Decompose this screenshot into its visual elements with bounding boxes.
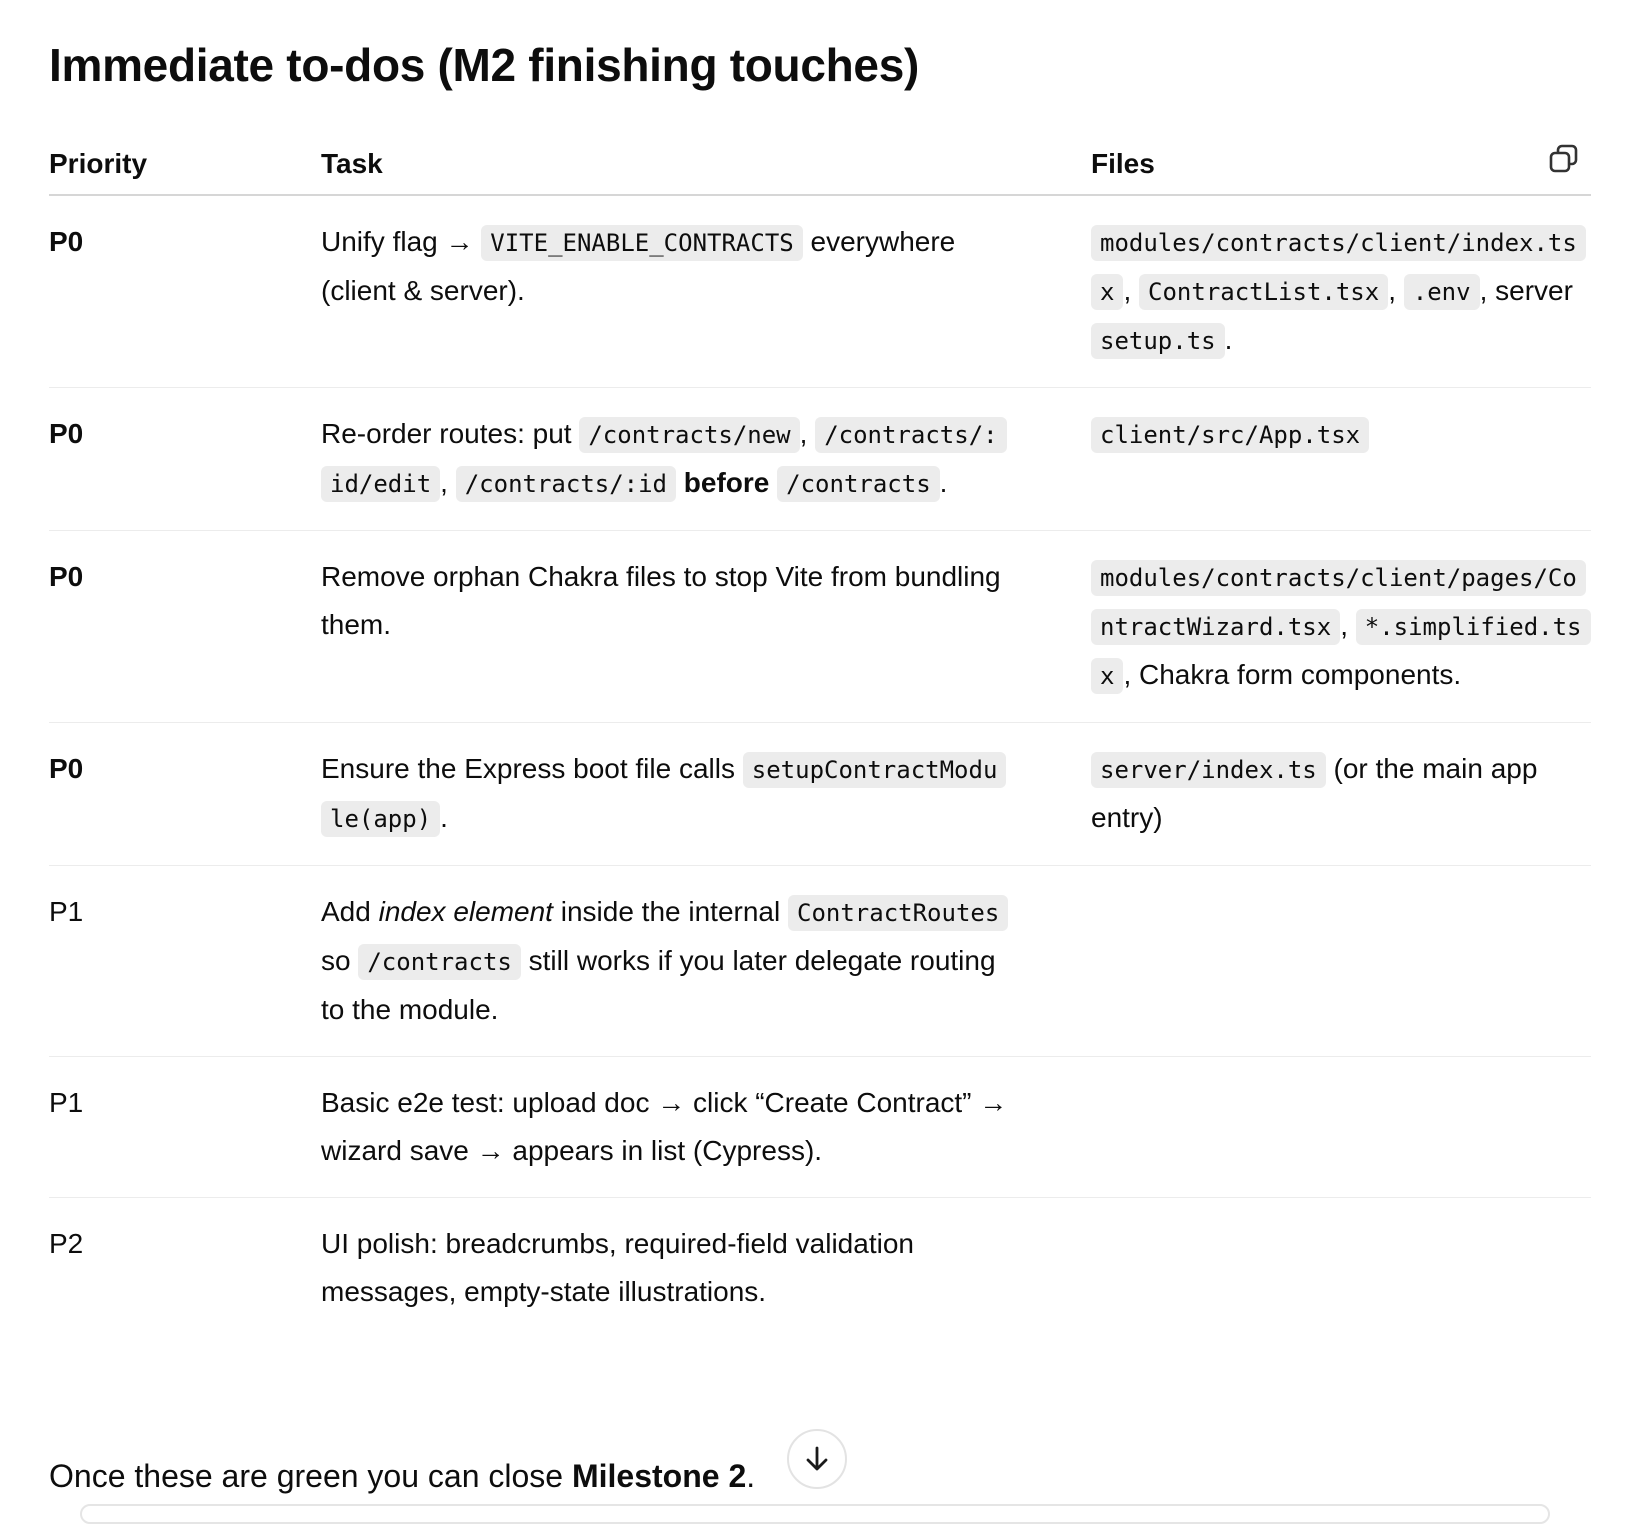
closing-note-text: Once these are green you can close — [49, 1458, 572, 1494]
table-header-row: Priority Task Files — [49, 144, 1591, 196]
milestone-label: Milestone 2 — [571, 1458, 747, 1494]
files-cell: client/src/App.tsx — [1091, 387, 1591, 531]
column-header-task: Task — [321, 148, 1091, 196]
priority-cell: P0 — [49, 530, 321, 723]
text-segment: Ensure the Express boot file calls — [321, 753, 743, 784]
text-segment: Add — [321, 896, 379, 927]
copy-icon[interactable] — [1547, 142, 1581, 176]
table-row: P0 Ensure the Express boot file calls set… — [49, 722, 1591, 866]
task-cell: UI polish: breadcrumbs, required-field v… — [321, 1198, 1091, 1339]
inline-code: setup.ts — [1091, 323, 1225, 359]
text-segment: , — [1123, 275, 1140, 306]
text-segment: , — [799, 418, 816, 449]
italic-text: index element — [378, 896, 553, 927]
table-row: P0 Unify flag → VITE_ENABLE_CONTRACTS eve… — [49, 195, 1591, 388]
text-segment: , — [440, 467, 456, 498]
files-cell — [1091, 865, 1591, 1057]
scroll-to-bottom-button[interactable] — [787, 1429, 847, 1489]
table-row: P2 UI polish: breadcrumbs, required-field… — [49, 1198, 1591, 1339]
arrow-down-icon — [806, 1446, 828, 1471]
task-cell: Basic e2e test: upload doc → click “Crea… — [321, 1056, 1091, 1198]
column-header-files-label: Files — [1091, 148, 1155, 179]
closing-note: Once these are green you can close Miles… — [49, 1452, 755, 1500]
priority-cell: P0 — [49, 387, 321, 531]
inline-code: /contracts — [358, 944, 521, 980]
text-segment: UI polish: breadcrumbs, required-field v… — [321, 1228, 914, 1307]
files-cell: server/index.ts (or the main app entry) — [1091, 722, 1591, 866]
column-header-priority: Priority — [49, 148, 321, 196]
text-segment: . — [939, 467, 948, 498]
priority-cell: P0 — [49, 722, 321, 866]
inline-code: client/src/App.tsx — [1091, 417, 1370, 453]
text-segment: inside the internal — [552, 896, 788, 927]
inline-code: server/index.ts — [1091, 752, 1326, 788]
files-cell — [1091, 1198, 1591, 1339]
files-cell: modules/contracts/client/index.tsx, Cont… — [1091, 195, 1591, 388]
priority-cell: P1 — [49, 865, 321, 1057]
inline-code: /contracts/:id — [455, 466, 677, 502]
inline-code: VITE_ENABLE_CONTRACTS — [481, 225, 803, 261]
inline-code: ContractRoutes — [788, 895, 1009, 931]
inline-code: /contracts — [777, 466, 940, 502]
table-row: P0 Remove orphan Chakra files to stop Vit… — [49, 530, 1591, 723]
inline-code: /contracts/new — [579, 417, 800, 453]
message-content: Immediate to-dos (M2 finishing touches) … — [49, 30, 1591, 1338]
text-segment: Remove orphan Chakra files to stop Vite … — [321, 561, 1001, 640]
table-row: P1 Add index element inside the internal … — [49, 865, 1591, 1057]
priority-cell: P1 — [49, 1056, 321, 1198]
text-segment: Unify flag → — [321, 226, 482, 257]
column-header-files: Files — [1091, 144, 1591, 196]
text-segment: Re-order routes: put — [321, 418, 580, 449]
inline-code: .env — [1403, 274, 1480, 310]
table-row: P1 Basic e2e test: upload doc → click “Cr… — [49, 1056, 1591, 1198]
task-cell: Remove orphan Chakra files to stop Vite … — [321, 530, 1091, 723]
inline-code: ContractList.tsx — [1139, 274, 1389, 310]
section-heading: Immediate to-dos (M2 finishing touches) — [49, 39, 920, 91]
files-cell — [1091, 1056, 1591, 1198]
bold-text: before — [683, 467, 770, 498]
text-segment: , Chakra form components. — [1123, 659, 1462, 690]
table-row: P0 Re-order routes: put /contracts/new, /… — [49, 387, 1591, 531]
text-segment: so — [321, 945, 359, 976]
files-cell: modules/contracts/client/pages/ContractW… — [1091, 530, 1591, 723]
todo-table: Priority Task Files P0 Unify flag → VITE_… — [49, 144, 1591, 1339]
priority-cell: P0 — [49, 195, 321, 388]
task-cell: Ensure the Express boot file calls setup… — [321, 722, 1091, 866]
text-segment: Basic e2e test: upload doc → click “Crea… — [321, 1087, 1008, 1166]
text-segment: . — [1224, 324, 1233, 355]
text-segment — [769, 467, 777, 498]
text-segment: , — [1340, 610, 1356, 641]
priority-cell: P2 — [49, 1228, 84, 1259]
text-segment — [676, 467, 684, 498]
text-segment: , — [1388, 275, 1404, 306]
composer-edge — [80, 1504, 1550, 1524]
closing-note-end: . — [746, 1458, 756, 1494]
text-segment: , server — [1479, 275, 1573, 306]
text-segment: . — [440, 802, 448, 833]
task-cell: Re-order routes: put /contracts/new, /co… — [321, 387, 1091, 531]
task-cell: Unify flag → VITE_ENABLE_CONTRACTS every… — [321, 195, 1091, 388]
task-cell: Add index element inside the internal Co… — [321, 865, 1091, 1057]
